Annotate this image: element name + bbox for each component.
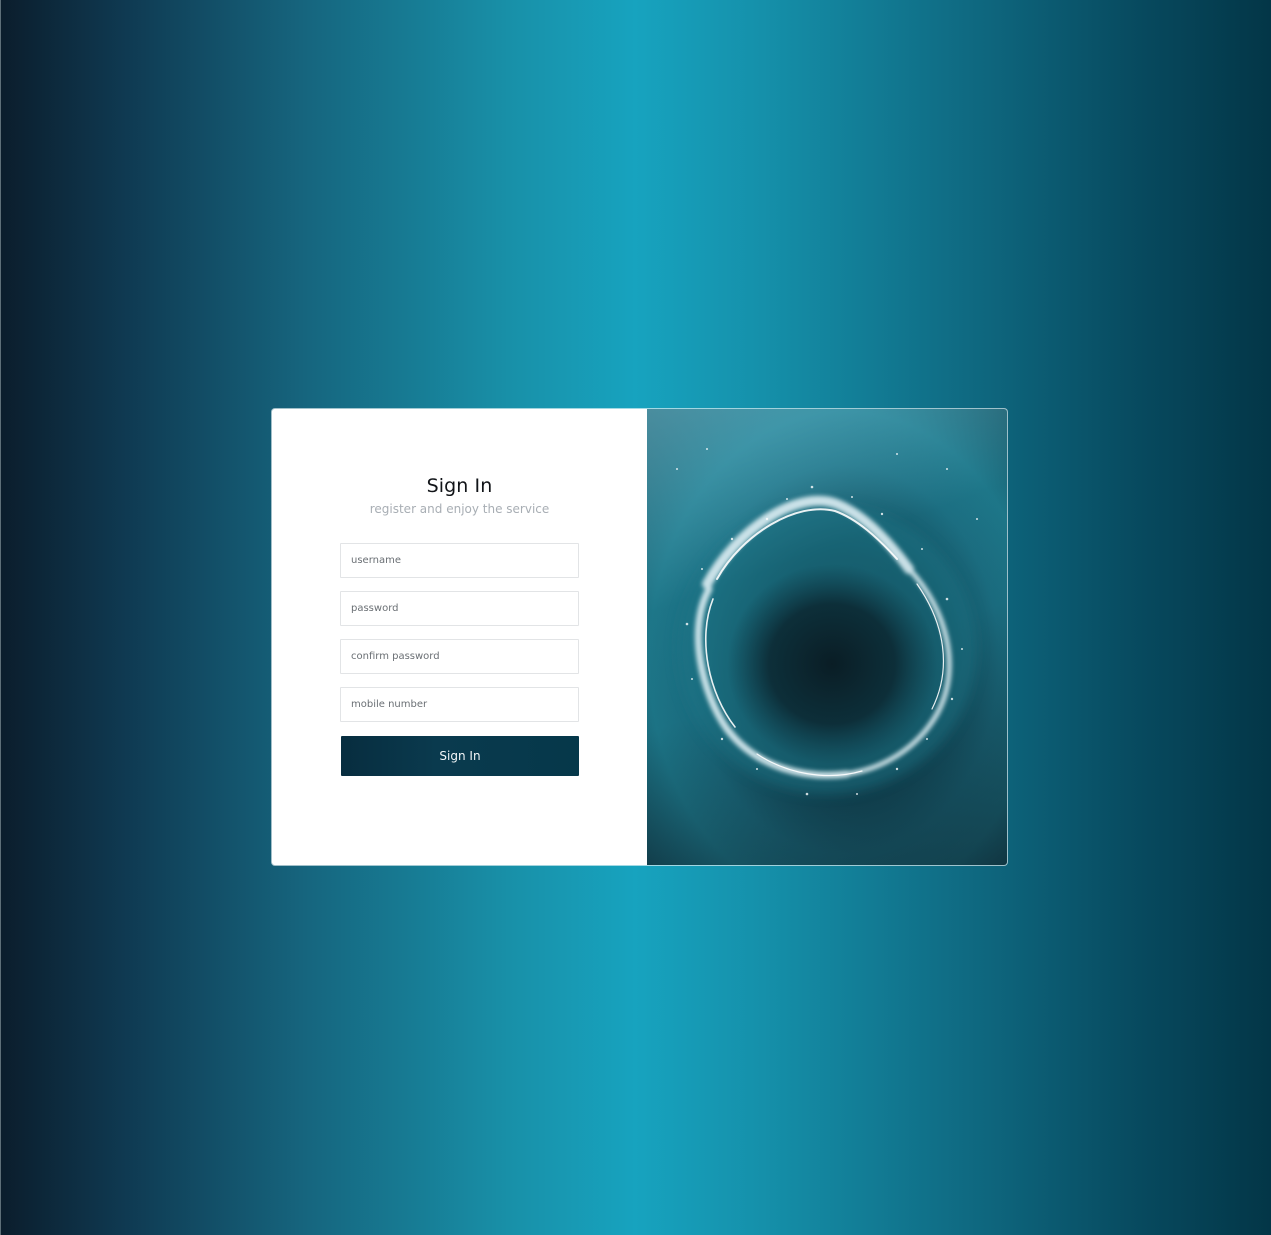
mobile-number-input[interactable] — [340, 687, 579, 722]
window-edge — [0, 0, 1, 1235]
username-input[interactable] — [340, 543, 579, 578]
password-input[interactable] — [340, 591, 579, 626]
sign-in-button[interactable]: Sign In — [341, 736, 579, 776]
ocean-wave-illustration — [676, 448, 978, 796]
page-title: Sign In — [426, 475, 493, 497]
page-subtitle: register and enjoy the service — [369, 502, 550, 516]
signin-form: Sign In register and enjoy the service S… — [272, 409, 647, 865]
confirm-password-input[interactable] — [340, 639, 579, 674]
ocean-image — [647, 409, 1007, 865]
signin-card: Sign In register and enjoy the service S… — [272, 409, 1007, 865]
